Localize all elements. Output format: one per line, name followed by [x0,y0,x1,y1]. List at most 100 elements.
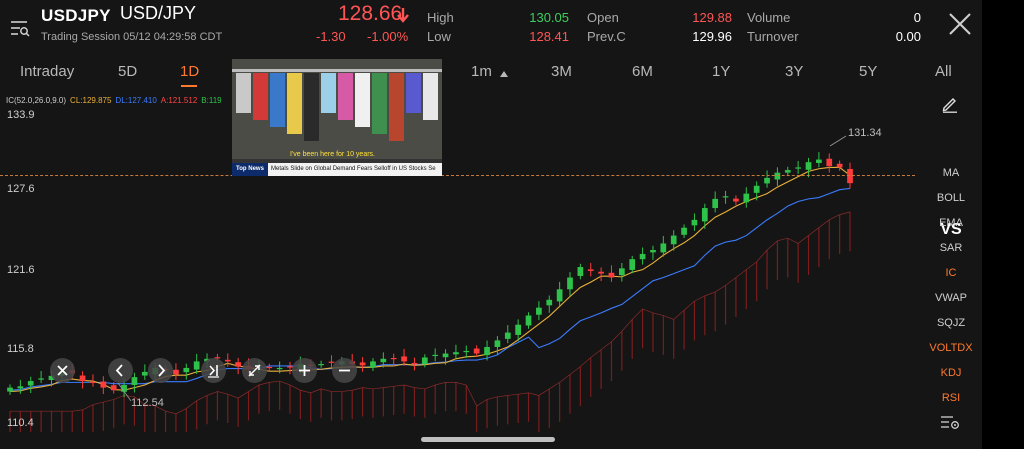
candle-body [629,259,636,270]
candle-body [432,354,439,357]
candle-body [577,267,584,276]
chevron-right-icon [158,364,166,377]
candle-body [826,158,833,167]
zoom-in-button[interactable] [292,358,317,383]
indicator-rsi[interactable]: RSI [920,392,982,404]
active-tab-indicator [181,85,197,87]
tab-5d[interactable]: 5D [118,63,137,80]
video-shirt [236,73,251,113]
video-shirt [304,73,319,141]
price-change: -1.30 [316,29,346,44]
low-label: Low [427,29,451,44]
tab-5y[interactable]: 5Y [859,63,877,80]
symbol-pair: USD/JPY [120,3,197,23]
ic-legend-b: B:119 [201,96,222,105]
minus-icon [339,369,350,372]
indicator-sar[interactable]: SAR [920,242,982,254]
close-icon[interactable] [946,10,974,38]
indicator-panel: VS MA BOLL EMA SAR IC VWAP SQJZ VOLTDX K… [920,88,982,432]
tab-1d[interactable]: 1D [180,63,199,80]
indicator-voltdx[interactable]: VOLTDX [920,342,982,354]
y-axis-label: 110.4 [7,417,34,429]
tab-all[interactable]: All [935,63,952,80]
prev-close-label: Prev.C [587,29,626,44]
indicator-kdj[interactable]: KDJ [920,367,982,379]
home-indicator[interactable] [421,437,555,442]
open-label: Open [587,10,619,25]
indicator-boll[interactable]: BOLL [920,192,982,204]
last-price-line [0,175,915,176]
tab-3m[interactable]: 3M [551,63,572,80]
turnover-label: Turnover [747,29,799,44]
candle-body [411,362,418,365]
indicator-ema[interactable]: EMA [920,217,982,229]
candle-body [701,208,708,222]
indicator-settings-icon[interactable] [940,414,960,430]
high-annotation: 131.34 [848,127,882,139]
fullscreen-button[interactable] [242,358,267,383]
candle-body [805,162,812,170]
candle-body [847,168,853,184]
indicator-ma[interactable]: MA [920,167,982,179]
symbol-code: USDJPY [41,6,111,25]
high-value: 130.05 [529,10,569,25]
prev-close-value: 129.96 [692,29,732,44]
turnover-value: 0.00 [895,29,921,44]
news-video-overlay[interactable]: I've been here for 10 years. Top News Me… [232,59,442,176]
skip-end-icon [208,365,219,378]
tab-3y[interactable]: 3Y [785,63,803,80]
indicator-ic[interactable]: IC [920,267,982,279]
down-arrow-icon [397,8,409,23]
candle-body [473,348,480,354]
video-frame-rail [232,69,442,72]
watchlist-icon[interactable] [10,19,30,37]
candle-body [235,362,241,367]
candle-body [141,371,148,376]
candle-body [525,315,532,326]
video-shirt [389,73,404,141]
candle-body [463,350,470,353]
candle-body [660,243,667,253]
candle-body [691,219,698,226]
close-controls-button[interactable] [50,358,75,383]
tab-intraday[interactable]: Intraday [20,63,74,80]
indicator-vwap[interactable]: VWAP [920,292,982,304]
video-shirt [406,73,421,113]
scroll-to-latest-button[interactable] [201,358,226,383]
open-value: 129.88 [692,10,732,25]
volume-value: 0 [913,10,921,25]
candle-body [318,364,324,366]
tab-dropdown-triangle-icon[interactable] [500,71,508,77]
video-shirt [423,73,438,120]
low-value: 128.41 [529,29,569,44]
candle-body [733,198,739,202]
close-icon [57,365,68,376]
y-axis-label: 115.8 [7,343,34,355]
low-annotation: 112.54 [131,397,164,409]
video-shirt [338,73,353,120]
ic-legend-params: IC(52.0,26.0,9.0) [6,96,67,105]
candle-body [712,198,719,209]
tab-1m[interactable]: 1m [471,63,492,80]
ic-legend: IC(52.0,26.0,9.0) CL:129.875 DL:127.410 A:1… [6,96,226,105]
candle-body [567,277,573,290]
candle-body [816,159,822,163]
candle-body [556,289,563,302]
tab-6m[interactable]: 6M [632,63,653,80]
cl-line [9,166,851,393]
candle-body [79,375,86,382]
zoom-out-button[interactable] [332,358,357,383]
candle-body [504,332,511,339]
scroll-right-button[interactable] [148,358,173,383]
candle-body [587,269,594,271]
candle-body [681,227,687,235]
candle-body [795,167,801,169]
tab-1y[interactable]: 1Y [712,63,730,80]
candle-body [515,324,521,335]
volume-label: Volume [747,10,791,25]
candle-body [619,268,625,276]
indicator-sqjz[interactable]: SQJZ [920,317,982,329]
candlestick-chart[interactable] [0,88,920,432]
scroll-left-button[interactable] [108,358,133,383]
candle-body [546,299,553,306]
